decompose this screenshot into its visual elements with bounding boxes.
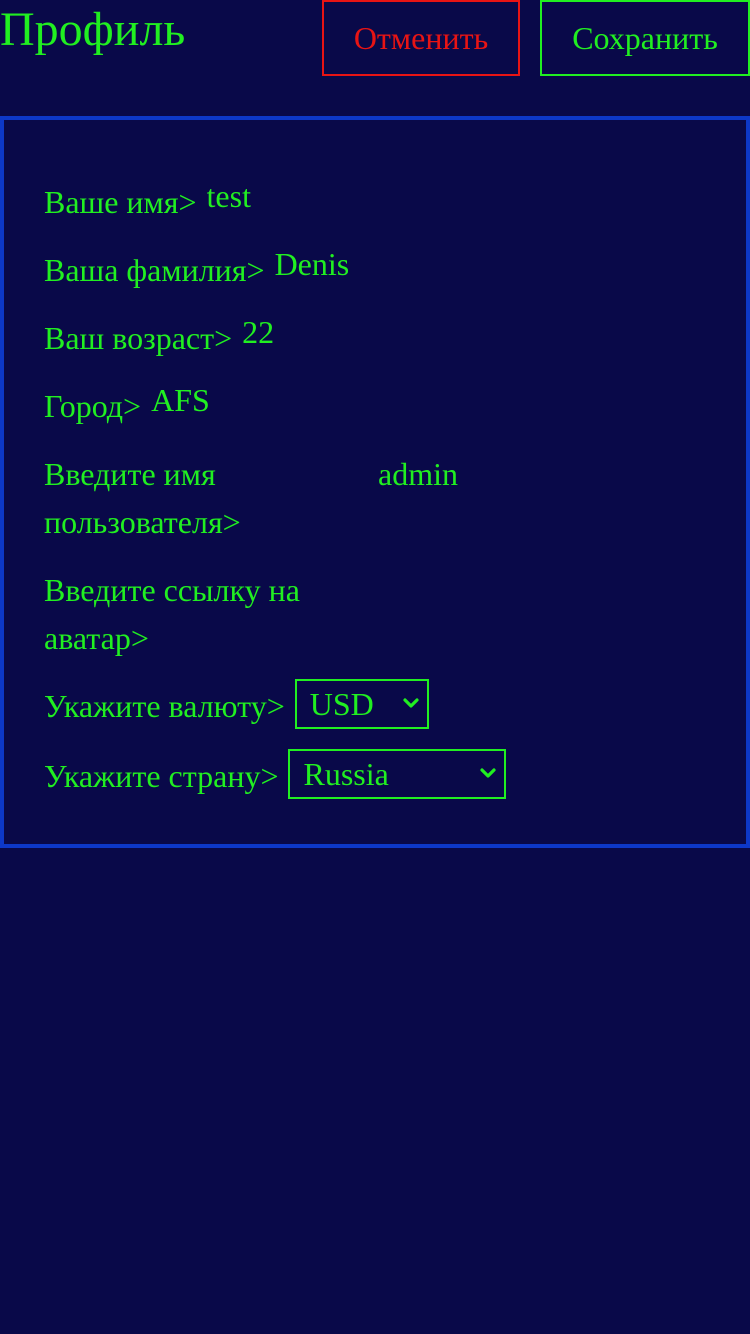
last-name-label: Ваша фамилия> xyxy=(44,252,265,288)
country-row: Укажите страну> Russia xyxy=(44,749,507,800)
currency-label: Укажите валюту> xyxy=(44,688,285,724)
currency-selected: USD xyxy=(309,686,374,722)
last-name-row: Ваша фамилия> xyxy=(44,246,575,294)
page-title: Профиль xyxy=(0,3,186,56)
city-row: Город> xyxy=(44,382,452,430)
username-input[interactable] xyxy=(378,450,678,498)
username-row: Введите имя пользователя> xyxy=(44,450,678,546)
username-label: Введите имя пользователя> xyxy=(44,456,241,540)
age-input[interactable] xyxy=(242,314,543,351)
avatar-row: Введите ссылку на аватар> xyxy=(44,566,678,662)
first-name-row: Ваше имя> xyxy=(44,178,507,226)
age-label: Ваш возраст> xyxy=(44,320,233,356)
avatar-input[interactable] xyxy=(378,566,678,614)
chevron-down-icon xyxy=(403,698,419,708)
country-label: Укажите страну> xyxy=(44,758,279,794)
profile-card: Ваше имя> Ваша фамилия> Ваш возраст> Гор… xyxy=(0,116,750,848)
cancel-button[interactable]: Отменить xyxy=(322,0,520,76)
chevron-down-icon xyxy=(480,768,497,778)
age-row: Ваш возраст> xyxy=(44,314,543,362)
country-selected: Russia xyxy=(303,756,389,792)
currency-row: Укажите валюту> USD xyxy=(44,679,429,730)
first-name-input[interactable] xyxy=(206,178,507,215)
first-name-label: Ваше имя> xyxy=(44,184,197,220)
city-input[interactable] xyxy=(151,382,452,419)
currency-select[interactable]: USD xyxy=(294,679,429,729)
country-select[interactable]: Russia xyxy=(288,749,507,799)
last-name-input[interactable] xyxy=(274,246,575,283)
avatar-label: Введите ссылку на аватар> xyxy=(44,572,300,656)
save-button[interactable]: Сохранить xyxy=(540,0,750,76)
city-label: Город> xyxy=(44,388,142,424)
